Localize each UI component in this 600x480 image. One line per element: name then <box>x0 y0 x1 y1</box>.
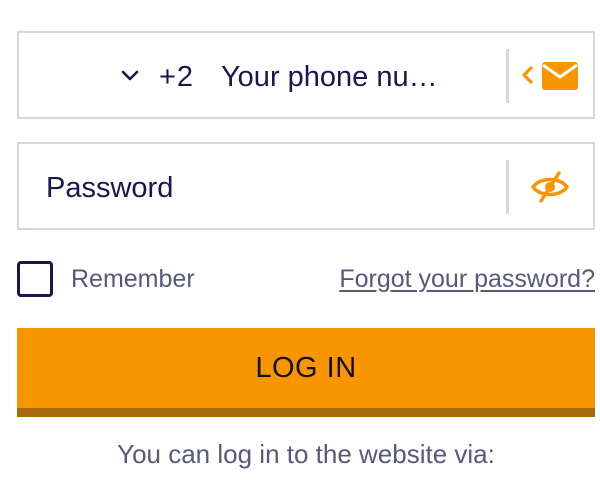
field-divider <box>506 49 509 103</box>
eye-slash-icon[interactable] <box>530 170 570 204</box>
country-code[interactable]: +2 <box>159 59 194 95</box>
login-form: +2 Your phone nu… Password Remember Forg… <box>0 0 600 480</box>
login-button-label: LOG IN <box>255 352 357 384</box>
remember-checkbox[interactable] <box>17 261 53 297</box>
forgot-password-link[interactable]: Forgot your password? <box>339 264 595 294</box>
login-button[interactable]: LOG IN <box>17 328 595 417</box>
chevron-left-icon[interactable] <box>519 63 535 87</box>
phone-input[interactable]: Your phone nu… <box>221 59 501 95</box>
envelope-icon[interactable] <box>540 60 580 92</box>
field-divider <box>506 160 509 214</box>
password-field[interactable]: Password <box>17 142 595 230</box>
chevron-down-icon[interactable] <box>120 67 140 83</box>
remember-label[interactable]: Remember <box>71 264 195 294</box>
phone-field[interactable]: +2 Your phone nu… <box>17 31 595 119</box>
password-input[interactable]: Password <box>46 170 173 206</box>
login-via-text: You can log in to the website via: <box>117 439 495 469</box>
